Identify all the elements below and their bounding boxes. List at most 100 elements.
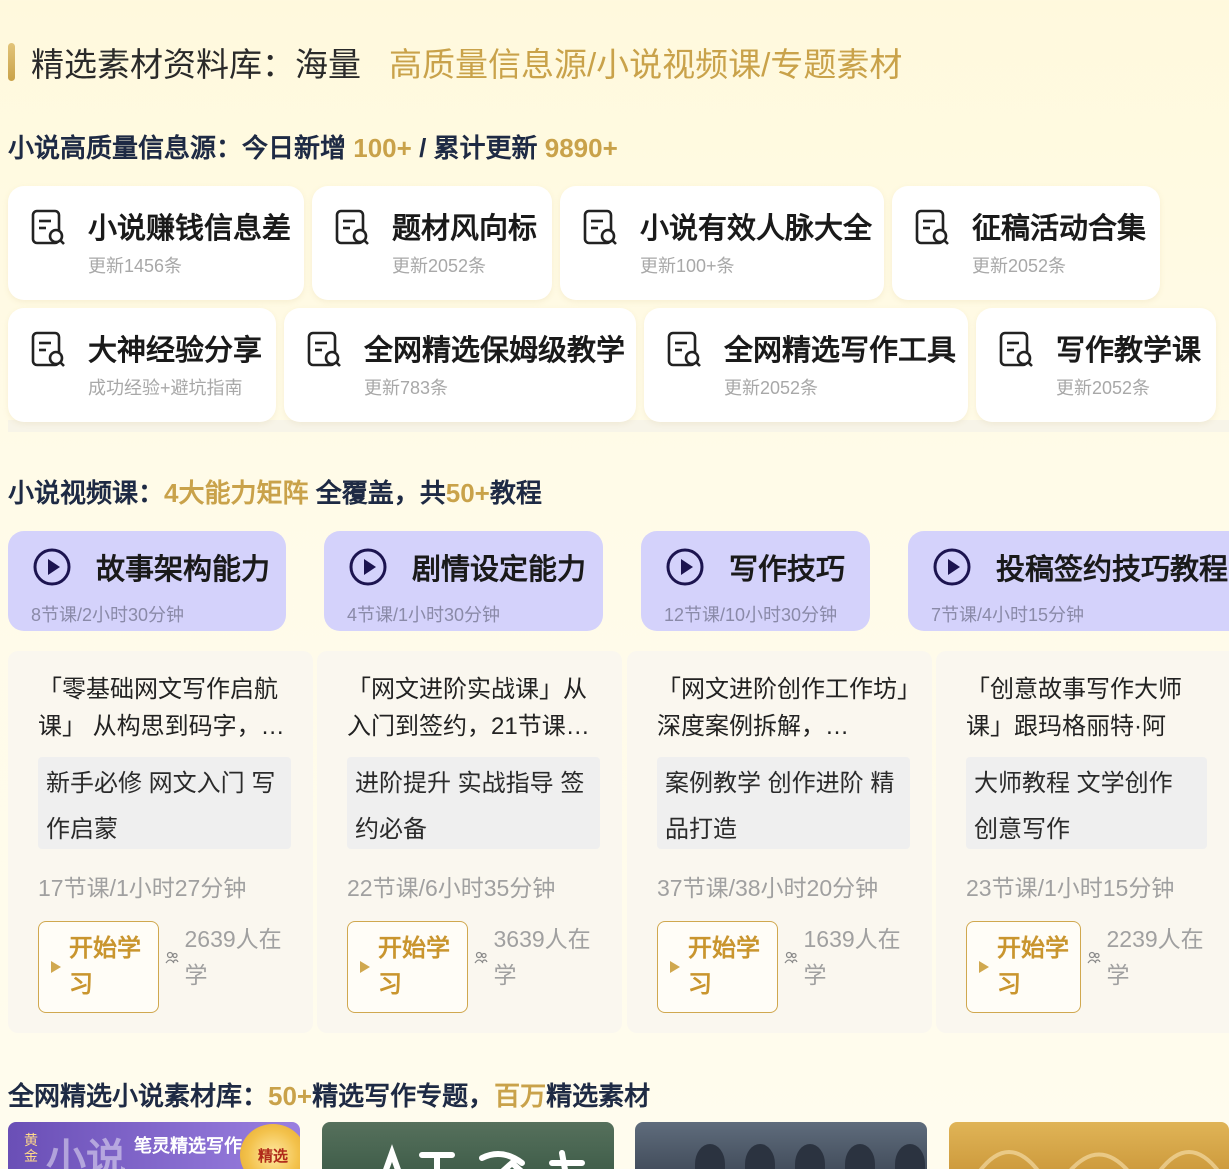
info-card-title: 题材风向标 bbox=[392, 213, 538, 245]
thumbnail-figures bbox=[695, 1144, 925, 1169]
info-card-sub: 更新2052条 bbox=[972, 256, 1067, 276]
document-search-icon bbox=[915, 209, 949, 245]
featured-badge: 精选 bbox=[240, 1124, 300, 1169]
info-card[interactable]: 小说赚钱信息差 更新1456条 bbox=[8, 186, 304, 300]
category-card[interactable]: 故事架构能力 8节课/2小时30分钟 bbox=[8, 531, 286, 631]
info-card-sub: 更新1456条 bbox=[88, 256, 183, 276]
document-search-icon bbox=[31, 209, 65, 245]
info-today-count: 100+ bbox=[353, 133, 412, 163]
material-section-prefix: 全网精选小说素材库： bbox=[8, 1081, 269, 1111]
start-learning-button[interactable]: 开始学习 bbox=[347, 921, 468, 1013]
course-meta: 37节课/38小时20分钟 bbox=[657, 875, 879, 901]
hero-accent-bar bbox=[8, 43, 15, 81]
ornament-art-icon bbox=[978, 1150, 1220, 1169]
course-title: 「网文进阶实战课」从入门到签约，21节课… bbox=[347, 676, 590, 740]
start-learning-button[interactable]: 开始学习 bbox=[657, 921, 778, 1013]
material-section-suffix: 精选素材 bbox=[546, 1081, 651, 1111]
course-tags: 大师教程 文学创作 创意写作 bbox=[966, 757, 1207, 849]
info-card[interactable]: 全网精选写作工具 更新2052条 bbox=[644, 308, 968, 422]
learner-count: 2639人在学 bbox=[184, 926, 282, 988]
play-arrow-icon bbox=[979, 961, 989, 973]
category-title: 故事架构能力 bbox=[96, 554, 271, 586]
info-cards-row-2: 大神经验分享成功经验+避坑指南 全网精选保姆级教学更新783条 全网精选写作工具… bbox=[8, 308, 1216, 422]
course-tags: 进阶提升 实战指导 签约必备 bbox=[347, 757, 600, 849]
material-section-mid: 精选写作专题， bbox=[312, 1081, 495, 1111]
course-meta: 22节课/6小时35分钟 bbox=[347, 875, 556, 901]
video-section-mid: 全覆盖，共 bbox=[315, 478, 446, 508]
course-meta: 17节课/1小时27分钟 bbox=[38, 875, 247, 901]
material-thumbnail[interactable] bbox=[949, 1122, 1229, 1169]
category-sub: 7节课/4小时15分钟 bbox=[931, 605, 1085, 625]
start-learning-label: 开始学习 bbox=[688, 935, 760, 998]
video-section-title: 小说视频课：4大能力矩阵 全覆盖，共50+教程 bbox=[8, 473, 542, 510]
document-search-icon bbox=[667, 331, 701, 367]
info-card[interactable]: 大神经验分享成功经验+避坑指南 bbox=[8, 308, 276, 422]
video-section-prefix: 小说视频课： bbox=[8, 478, 165, 508]
info-card-title: 小说有效人脉大全 bbox=[640, 213, 873, 245]
document-search-icon bbox=[31, 331, 65, 367]
course-title: 「零基础网文写作启航课」 从构思到码字，… bbox=[38, 676, 285, 740]
people-icon bbox=[165, 951, 179, 964]
info-card[interactable]: 题材风向标更新2052条 bbox=[312, 186, 552, 300]
material-thumbnail[interactable] bbox=[635, 1122, 927, 1169]
info-card-title: 全网精选保姆级教学 bbox=[364, 335, 626, 367]
info-card[interactable]: 写作教学课 更新2052条 bbox=[976, 308, 1216, 422]
course-card[interactable]: 「零基础网文写作启航课」 从构思到码字，… 新手必修 网文入门 写作启蒙 17节… bbox=[8, 651, 313, 1033]
start-learning-button[interactable]: 开始学习 bbox=[38, 921, 159, 1013]
calligraphy-art-icon bbox=[383, 1144, 585, 1169]
info-card-sub: 更新100+条 bbox=[640, 256, 735, 276]
info-section-sep: / 累计更新 bbox=[419, 133, 538, 163]
category-card[interactable]: 写作技巧 12节课/10小时30分钟 bbox=[641, 531, 870, 631]
course-card[interactable]: 「网文进阶实战课」从入门到签约，21节课… 进阶提升 实战指导 签约必备 22节… bbox=[317, 651, 622, 1033]
material-thumbnail[interactable] bbox=[322, 1122, 614, 1169]
info-section-title: 小说高质量信息源：今日新增 100+ / 累计更新 9890+ bbox=[8, 128, 618, 165]
thumbnail-art bbox=[362, 1140, 602, 1169]
course-title: 「创意故事写作大师课」跟玛格丽特·阿特… bbox=[966, 676, 1182, 740]
video-section-highlight: 4大能力矩阵 bbox=[164, 478, 309, 508]
play-circle-icon bbox=[933, 548, 971, 586]
play-circle-icon bbox=[666, 548, 704, 586]
category-title: 剧情设定能力 bbox=[412, 554, 587, 586]
course-card[interactable]: 「创意故事写作大师课」跟玛格丽特·阿特… 大师教程 文学创作 创意写作 23节课… bbox=[936, 651, 1229, 1033]
info-card-sub: 更新783条 bbox=[364, 378, 449, 398]
start-learning-label: 开始学习 bbox=[997, 935, 1069, 998]
hero-heading: 精选素材资料库：海量 高质量信息源/小说视频课/专题素材 bbox=[8, 40, 902, 84]
category-card[interactable]: 剧情设定能力 4节课/1小时30分钟 bbox=[324, 531, 603, 631]
course-card[interactable]: 「网文进阶创作工作坊」深度案例拆解，… 案例教学 创作进阶 精品打造 37节课/… bbox=[627, 651, 932, 1033]
video-section-suffix: 教程 bbox=[489, 478, 542, 508]
start-learning-label: 开始学习 bbox=[69, 935, 141, 998]
document-search-icon bbox=[307, 331, 341, 367]
hero-main-text: 精选素材资料库：海量 bbox=[31, 46, 361, 83]
people-icon bbox=[474, 951, 488, 964]
info-card-sub: 更新2052条 bbox=[392, 256, 487, 276]
material-section-count: 50+ bbox=[268, 1081, 313, 1111]
info-card[interactable]: 全网精选保姆级教学更新783条 bbox=[284, 308, 636, 422]
info-card[interactable]: 小说有效人脉大全更新100+条 bbox=[560, 186, 884, 300]
material-section-title: 全网精选小说素材库：50+精选写作专题，百万精选素材 bbox=[8, 1076, 650, 1113]
people-icon bbox=[784, 951, 798, 964]
info-card-sub: 更新2052条 bbox=[724, 378, 819, 398]
info-card-sub: 成功经验+避坑指南 bbox=[88, 378, 243, 398]
category-title: 写作技巧 bbox=[729, 554, 846, 586]
info-card-title: 征稿活动合集 bbox=[972, 213, 1147, 245]
learner-count: 3639人在学 bbox=[493, 926, 591, 988]
info-card-title: 大神经验分享 bbox=[88, 335, 263, 367]
category-title: 投稿签约技巧教程 bbox=[996, 554, 1229, 586]
course-meta: 23节课/1小时15分钟 bbox=[966, 875, 1175, 901]
course-title: 「网文进阶创作工作坊」深度案例拆解，… bbox=[657, 676, 909, 740]
play-arrow-icon bbox=[51, 961, 61, 973]
play-circle-icon bbox=[33, 548, 71, 586]
start-learning-button[interactable]: 开始学习 bbox=[966, 921, 1081, 1013]
info-card-title: 写作教学课 bbox=[1056, 335, 1202, 367]
category-card[interactable]: 投稿签约技巧教程 7节课/4小时15分钟 bbox=[908, 531, 1229, 631]
thumbnail-big-text: 小说 bbox=[46, 1137, 126, 1169]
info-cards-row-1: 小说赚钱信息差 更新1456条 题材风向标更新2052条 小说有效人脉大全更新10… bbox=[8, 186, 1160, 300]
course-tags: 新手必修 网文入门 写作启蒙 bbox=[38, 757, 291, 849]
material-section-highlight: 百万 bbox=[494, 1081, 547, 1111]
course-tags: 案例教学 创作进阶 精品打造 bbox=[657, 757, 910, 849]
thumbnail-vertical-text: 黄金 bbox=[24, 1132, 38, 1164]
category-sub: 12节课/10小时30分钟 bbox=[664, 605, 838, 625]
info-card[interactable]: 征稿活动合集更新2052条 bbox=[892, 186, 1160, 300]
document-search-icon bbox=[335, 209, 369, 245]
material-thumbnail[interactable]: 黄金 小说 笔灵精选写作 精选 bbox=[8, 1122, 300, 1169]
